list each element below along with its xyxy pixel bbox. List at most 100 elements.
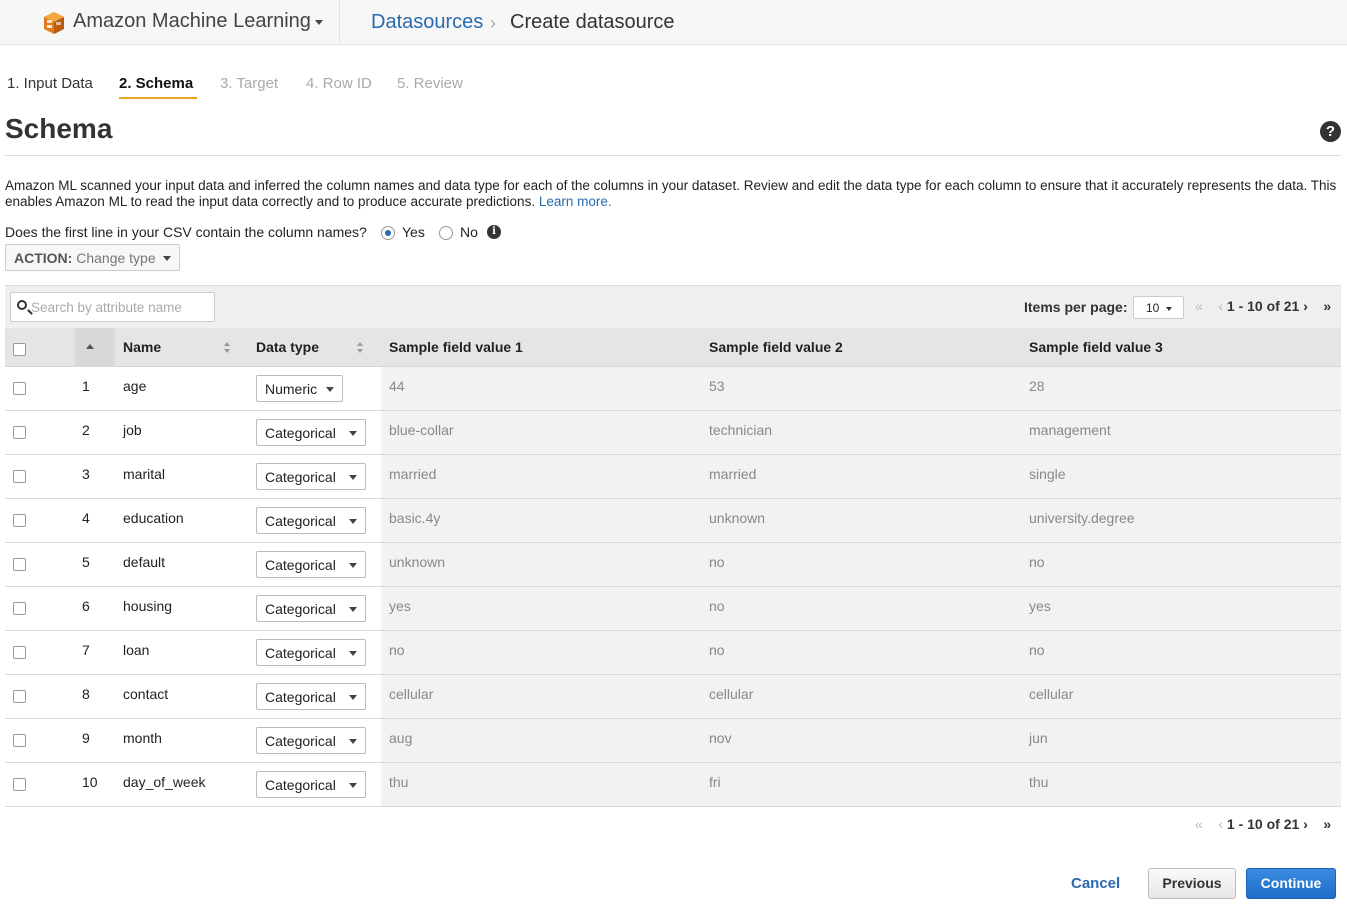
- items-per-page-label: Items per page:: [1024, 299, 1128, 315]
- chevron-down-icon: [349, 783, 357, 788]
- data-type-dropdown[interactable]: Categorical: [256, 683, 366, 710]
- row-checkbox[interactable]: [13, 470, 26, 483]
- sample-value-1: 44: [389, 378, 405, 394]
- table-row: 6 housing Categorical yes no yes: [5, 587, 1341, 631]
- radio-no-label[interactable]: No: [460, 224, 478, 240]
- attribute-name: day_of_week: [123, 774, 206, 790]
- sort-icon[interactable]: [224, 342, 231, 354]
- row-index: 3: [82, 466, 90, 482]
- sample-value-2: technician: [709, 422, 773, 438]
- index-column-header[interactable]: [75, 328, 115, 367]
- row-checkbox[interactable]: [13, 602, 26, 615]
- table-row: 3 marital Categorical married married si…: [5, 455, 1341, 499]
- wizard-step-input-data[interactable]: 1. Input Data: [7, 75, 93, 92]
- sample-value-3: yes: [1029, 598, 1051, 614]
- data-type-dropdown[interactable]: Categorical: [256, 639, 366, 666]
- sort-ascending-icon[interactable]: [86, 344, 94, 349]
- wizard-step-schema[interactable]: 2. Schema: [119, 75, 193, 92]
- page-range: 1 - 10 of 21: [1226, 298, 1300, 314]
- row-checkbox[interactable]: [13, 514, 26, 527]
- sample-values-cell: [381, 587, 1341, 630]
- aws-ml-logo-icon: [44, 12, 64, 34]
- data-type-dropdown[interactable]: Categorical: [256, 771, 366, 798]
- table-row: 1 age Numeric 44 53 28: [5, 367, 1341, 411]
- attribute-name: month: [123, 730, 162, 746]
- row-checkbox[interactable]: [13, 646, 26, 659]
- row-checkbox[interactable]: [13, 382, 26, 395]
- row-checkbox[interactable]: [13, 690, 26, 703]
- top-bar: Amazon Machine Learning Datasources › Cr…: [0, 0, 1347, 45]
- first-page-icon[interactable]: «: [1195, 298, 1203, 314]
- data-type-dropdown[interactable]: Numeric: [256, 375, 343, 402]
- next-page-icon[interactable]: ›: [1303, 816, 1308, 832]
- table-row: 10 day_of_week Categorical thu fri thu: [5, 763, 1341, 807]
- chevron-down-icon: [349, 695, 357, 700]
- row-checkbox[interactable]: [13, 558, 26, 571]
- breadcrumb-datasources-link[interactable]: Datasources: [371, 11, 483, 34]
- service-menu[interactable]: Amazon Machine Learning: [0, 0, 340, 44]
- chevron-down-icon: [349, 739, 357, 744]
- sample-values-cell: [381, 631, 1341, 674]
- sample-value-3: thu: [1029, 774, 1049, 790]
- help-icon[interactable]: ?: [1320, 121, 1341, 142]
- data-type-dropdown[interactable]: Categorical: [256, 551, 366, 578]
- last-page-icon[interactable]: »: [1323, 816, 1331, 832]
- select-all-checkbox[interactable]: [13, 343, 26, 356]
- sample-value-2: married: [709, 466, 757, 482]
- sort-icon[interactable]: [357, 342, 364, 354]
- previous-button[interactable]: Previous: [1148, 868, 1236, 899]
- wizard-step-target[interactable]: 3. Target: [220, 75, 278, 92]
- sample-value-2: no: [709, 554, 725, 570]
- items-per-page-select[interactable]: 10: [1133, 296, 1184, 319]
- sample-value-1: unknown: [389, 554, 446, 570]
- prev-page-icon[interactable]: ‹: [1218, 816, 1223, 832]
- data-type-value: Categorical: [265, 689, 336, 705]
- row-checkbox[interactable]: [13, 734, 26, 747]
- radio-yes[interactable]: [381, 226, 395, 240]
- items-per-page-value: 10: [1146, 301, 1160, 315]
- page-range: 1 - 10 of 21: [1226, 816, 1300, 832]
- cancel-button[interactable]: Cancel: [1071, 875, 1120, 892]
- row-checkbox[interactable]: [13, 778, 26, 791]
- action-label: Change type: [76, 250, 156, 266]
- radio-yes-label[interactable]: Yes: [402, 224, 425, 240]
- data-type-dropdown[interactable]: Categorical: [256, 419, 366, 446]
- radio-no[interactable]: [439, 226, 453, 240]
- top-pagination: « ‹ 1 - 10 of 21 › »: [1195, 298, 1331, 314]
- data-type-dropdown[interactable]: Categorical: [256, 507, 366, 534]
- sample-value-2: no: [709, 642, 725, 658]
- search-box[interactable]: [10, 292, 215, 322]
- learn-more-link[interactable]: Learn more.: [539, 194, 612, 209]
- table-header: Name Data type Sample field value 1 Samp…: [5, 328, 1341, 367]
- row-index: 2: [82, 422, 90, 438]
- sample-value-2: nov: [709, 730, 732, 746]
- chevron-down-icon: [349, 475, 357, 480]
- action-change-type-dropdown[interactable]: ACTION: Change type: [5, 244, 180, 271]
- info-icon[interactable]: i: [487, 225, 501, 239]
- data-type-dropdown[interactable]: Categorical: [256, 463, 366, 490]
- data-type-dropdown[interactable]: Categorical: [256, 595, 366, 622]
- column-header-data-type[interactable]: Data type: [256, 339, 319, 355]
- sample-value-3: management: [1029, 422, 1111, 438]
- sample-value-3: no: [1029, 554, 1045, 570]
- sample-value-3: 28: [1029, 378, 1045, 394]
- service-name: Amazon Machine Learning: [73, 10, 311, 32]
- last-page-icon[interactable]: »: [1323, 298, 1331, 314]
- row-index: 8: [82, 686, 90, 702]
- wizard-step-row-id[interactable]: 4. Row ID: [306, 75, 372, 92]
- next-page-icon[interactable]: ›: [1303, 298, 1308, 314]
- wizard-step-review[interactable]: 5. Review: [397, 75, 463, 92]
- sample-value-2: fri: [709, 774, 721, 790]
- prev-page-icon[interactable]: ‹: [1218, 298, 1223, 314]
- first-page-icon[interactable]: «: [1195, 816, 1203, 832]
- search-icon: [17, 300, 27, 310]
- row-index: 9: [82, 730, 90, 746]
- search-input[interactable]: [31, 296, 211, 318]
- data-type-dropdown[interactable]: Categorical: [256, 727, 366, 754]
- row-checkbox[interactable]: [13, 426, 26, 439]
- continue-button[interactable]: Continue: [1246, 868, 1336, 899]
- column-header-name[interactable]: Name: [123, 339, 161, 355]
- table-row: 7 loan Categorical no no no: [5, 631, 1341, 675]
- data-type-value: Categorical: [265, 601, 336, 617]
- chevron-down-icon: [1166, 307, 1172, 311]
